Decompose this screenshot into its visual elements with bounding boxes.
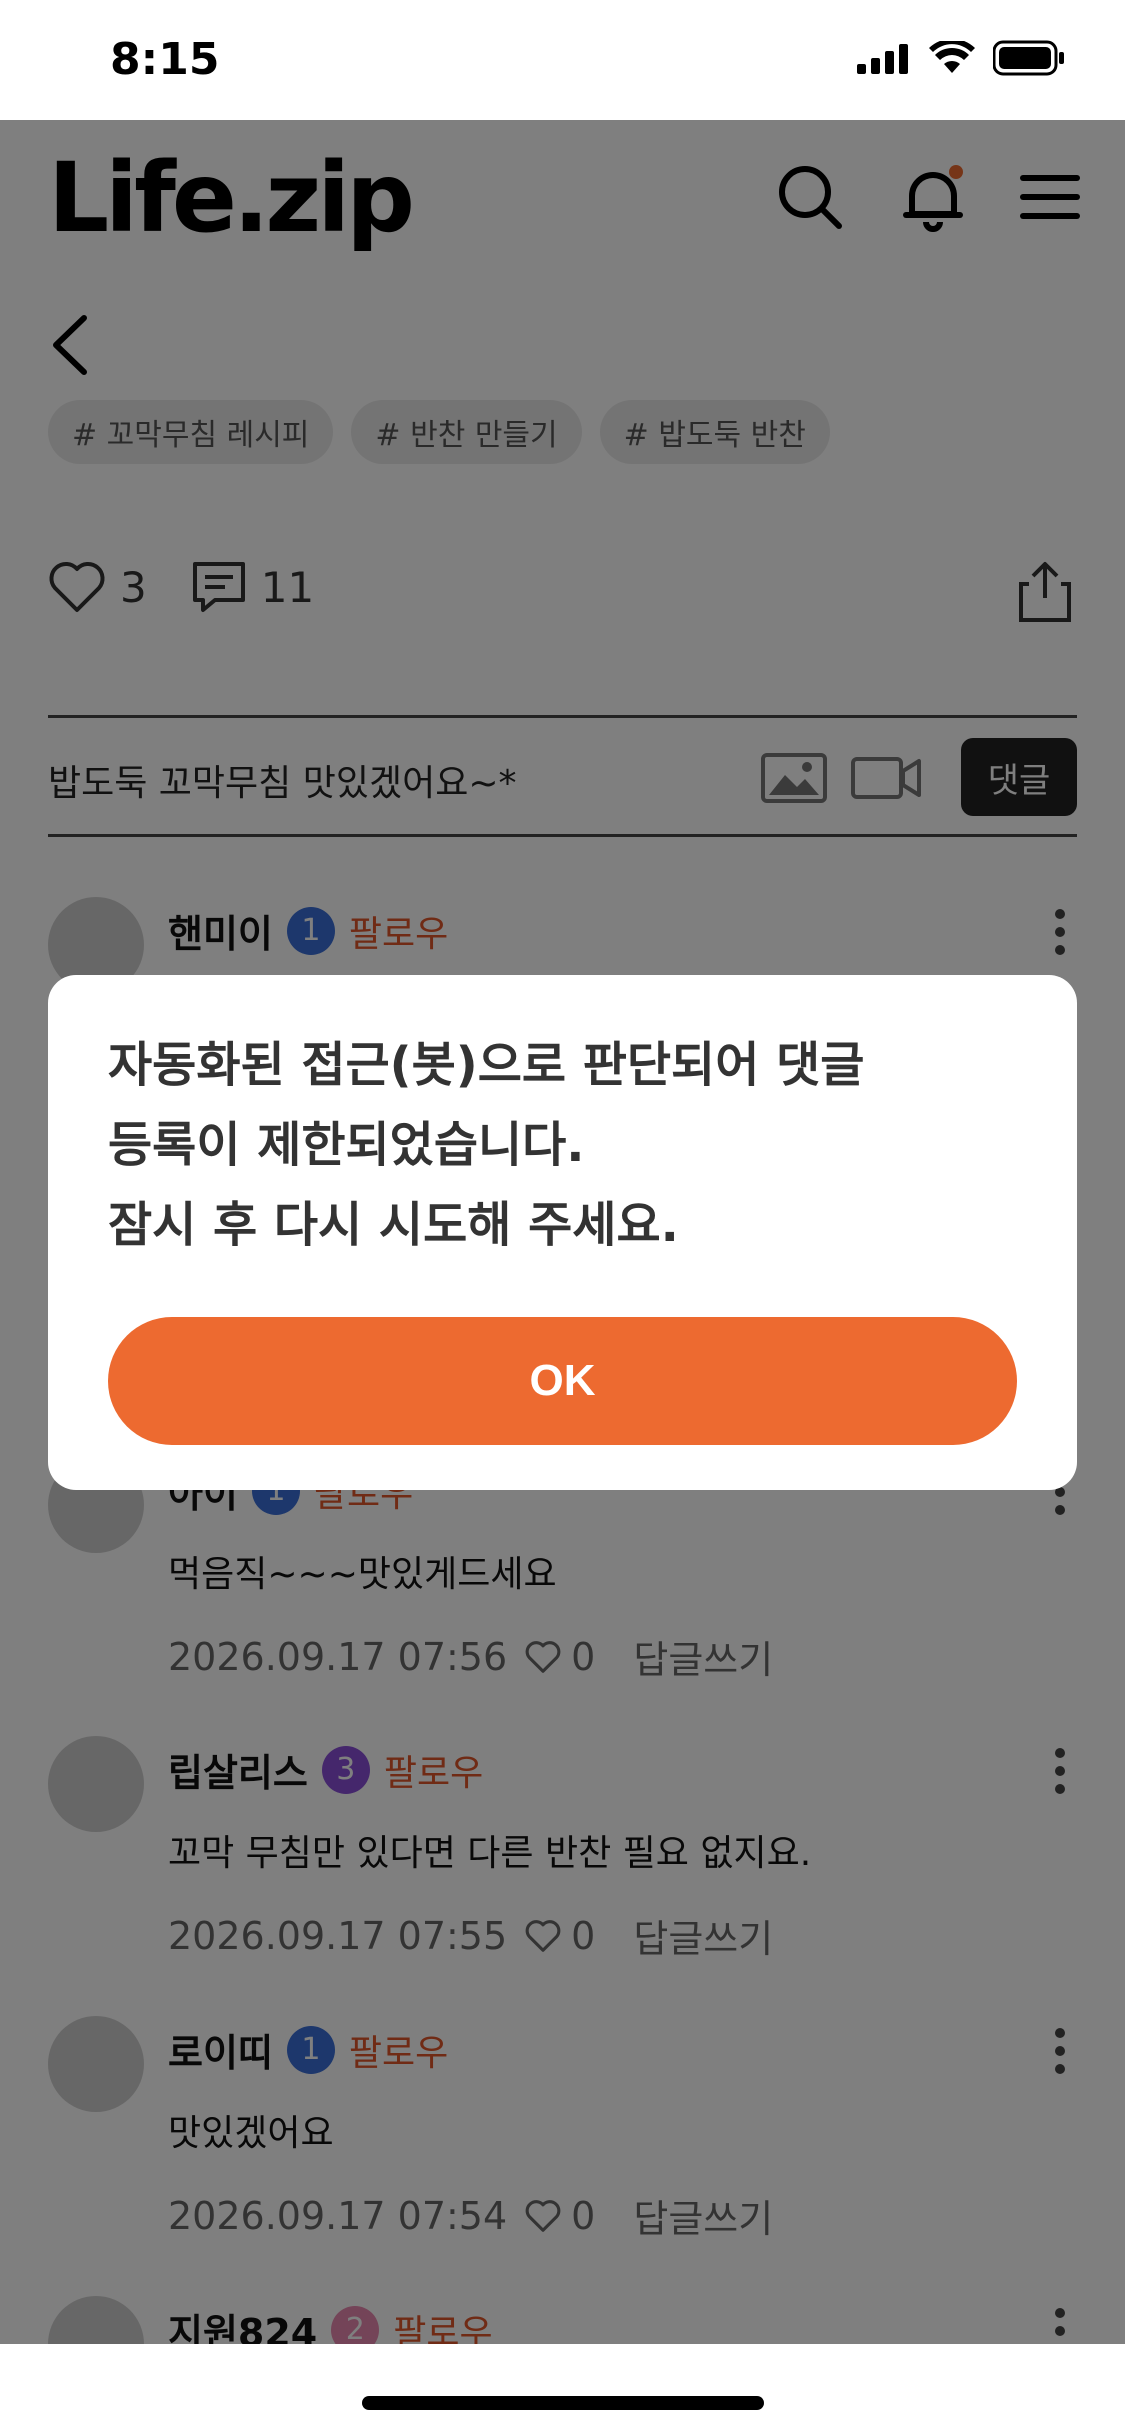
- ok-button[interactable]: OK: [108, 1317, 1017, 1445]
- status-icons: [857, 40, 1065, 76]
- home-indicator[interactable]: [362, 2396, 764, 2410]
- status-time: 8:15: [110, 34, 220, 85]
- alert-message: 자동화된 접근(봇)으로 판단되어 댓글 등록이 제한되었습니다. 잠시 후 다…: [108, 1037, 865, 1253]
- battery-icon: [993, 40, 1064, 76]
- status-bar: 8:15: [0, 0, 1125, 120]
- wifi-icon: [929, 41, 975, 73]
- home-indicator-bar: [0, 2344, 1125, 2436]
- signal-icon: [857, 44, 908, 74]
- alert-dialog: 자동화된 접근(봇)으로 판단되어 댓글 등록이 제한되었습니다. 잠시 후 다…: [48, 975, 1077, 1490]
